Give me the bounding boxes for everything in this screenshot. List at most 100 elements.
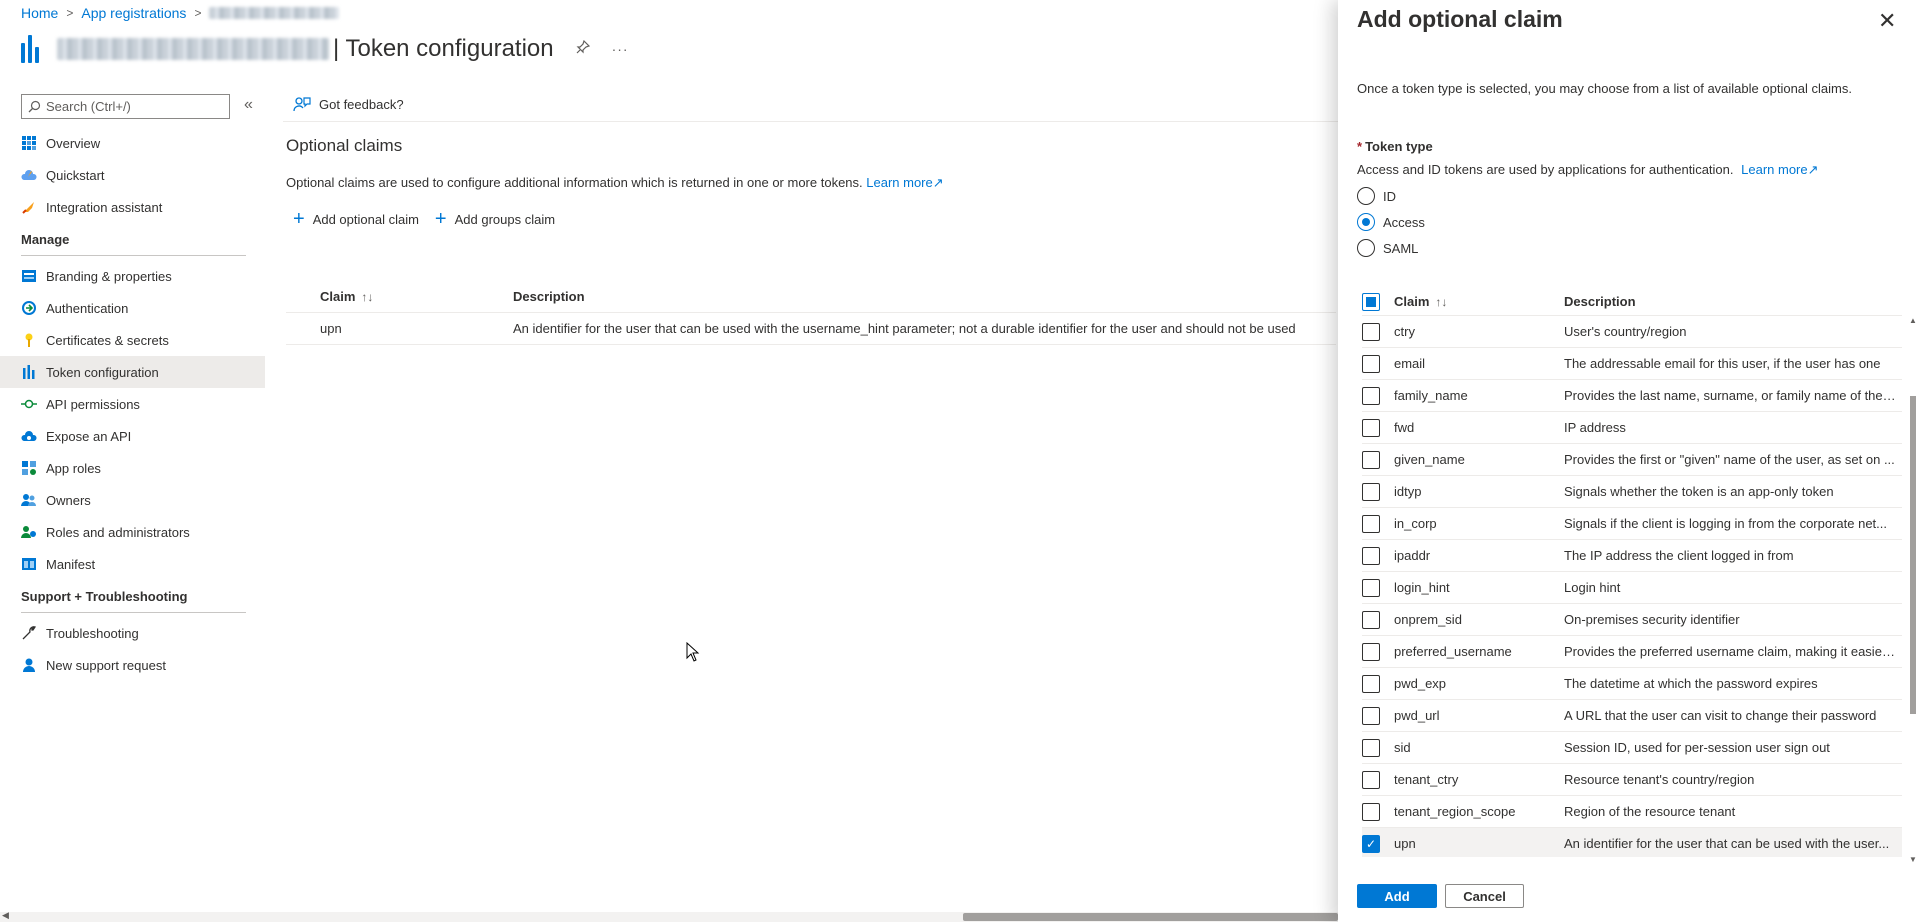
claim-checkbox[interactable] <box>1362 322 1380 341</box>
vertical-scrollbar[interactable]: ▲ ▼ <box>1908 316 1918 864</box>
claim-description: The datetime at which the password expir… <box>1564 676 1818 691</box>
nav-item-api-permissions[interactable]: API permissions <box>0 388 265 420</box>
radio-circle[interactable] <box>1357 213 1375 231</box>
claim-row[interactable]: tenant_region_scope Region of the resourc… <box>1362 796 1902 828</box>
scroll-down-icon[interactable]: ▼ <box>1909 855 1917 864</box>
nav-item-new-support-request[interactable]: New support request <box>0 649 265 681</box>
claim-row[interactable]: family_name Provides the last name, surna… <box>1362 380 1902 412</box>
claim-checkbox[interactable] <box>1362 386 1380 405</box>
radio-saml[interactable]: SAML <box>1357 238 1418 258</box>
nav-item-roles-administrators[interactable]: Roles and administrators <box>0 516 265 548</box>
nav-label: Certificates & secrets <box>46 332 169 348</box>
claim-row[interactable]: email The addressable email for this user… <box>1362 348 1902 380</box>
select-all-checkbox[interactable] <box>1362 292 1380 311</box>
collapse-nav-icon[interactable]: « <box>244 96 253 114</box>
nav-item-manifest[interactable]: Manifest <box>0 548 265 580</box>
claim-checkbox[interactable] <box>1362 482 1380 501</box>
claim-row[interactable]: login_hint Login hint <box>1362 572 1902 604</box>
add-optional-claim-button[interactable]: + Add optional claim <box>293 208 419 231</box>
claim-row[interactable]: sid Session ID, used for per-session user… <box>1362 732 1902 764</box>
claim-checkbox[interactable] <box>1362 674 1380 693</box>
claim-description: An identifier for the user that can be u… <box>1564 836 1890 851</box>
claim-row[interactable]: ✓ upn An identifier for the user that can … <box>1362 828 1902 857</box>
claim-description: The IP address the client logged in from <box>1564 548 1794 563</box>
claim-checkbox[interactable] <box>1362 578 1380 597</box>
claim-checkbox[interactable] <box>1362 802 1380 821</box>
grid-icon <box>21 135 37 151</box>
claim-checkbox[interactable] <box>1362 418 1380 437</box>
claim-name: onprem_sid <box>1394 612 1462 627</box>
nav-section-manage: Manage <box>21 231 70 247</box>
claim-description: Resource tenant's country/region <box>1564 772 1755 787</box>
claim-row[interactable]: ctry User's country/region <box>1362 316 1902 348</box>
column-header-claim[interactable]: Claim ↑↓ <box>286 289 513 304</box>
breadcrumb-app-registrations[interactable]: App registrations <box>81 5 186 21</box>
nav-item-branding-properties[interactable]: Branding & properties <box>0 260 265 292</box>
claim-checkbox[interactable] <box>1362 706 1380 725</box>
claim-checkbox[interactable] <box>1362 610 1380 629</box>
claim-checkbox[interactable] <box>1362 354 1380 373</box>
breadcrumb-app-name-redacted[interactable] <box>209 7 340 19</box>
scroll-left-icon[interactable]: ◀ <box>2 910 9 921</box>
nav-item-app-roles[interactable]: App roles <box>0 452 265 484</box>
scroll-up-icon[interactable]: ▲ <box>1909 316 1917 325</box>
nav-item-troubleshooting[interactable]: Troubleshooting <box>0 617 265 649</box>
claim-row[interactable]: given_name Provides the first or "given" … <box>1362 444 1902 476</box>
claim-checkbox[interactable] <box>1362 738 1380 757</box>
claim-row[interactable]: tenant_ctry Resource tenant's country/reg… <box>1362 764 1902 796</box>
table-header: Claim ↑↓ Description <box>286 281 1336 313</box>
breadcrumb-home[interactable]: Home <box>21 5 58 21</box>
claim-row[interactable]: pwd_exp The datetime at which the passwor… <box>1362 668 1902 700</box>
column-header-claim[interactable]: Claim ↑↓ <box>1390 294 1564 309</box>
pin-icon[interactable] <box>576 39 590 59</box>
claim-name: ctry <box>1394 324 1415 339</box>
more-icon[interactable]: ··· <box>612 41 629 57</box>
feedback-button[interactable]: Got feedback? <box>293 96 404 112</box>
claims-list[interactable]: ctry User's country/region email The addres… <box>1362 316 1902 857</box>
nav-item-token-configuration[interactable]: Token configuration <box>0 356 265 388</box>
nav-item-overview[interactable]: Overview <box>0 127 265 159</box>
scrollbar-thumb[interactable] <box>963 913 1338 921</box>
claim-checkbox[interactable] <box>1362 514 1380 533</box>
claim-checkbox[interactable] <box>1362 546 1380 565</box>
claim-row[interactable]: ipaddr The IP address the client logged i… <box>1362 540 1902 572</box>
search-icon <box>28 100 41 113</box>
nav-item-owners[interactable]: Owners <box>0 484 265 516</box>
claim-name: fwd <box>1394 420 1415 435</box>
claim-row[interactable]: preferred_username Provides the preferred… <box>1362 636 1902 668</box>
claim-row[interactable]: in_corp Signals if the client is logging … <box>1362 508 1902 540</box>
claim-checkbox[interactable] <box>1362 770 1380 789</box>
add-groups-claim-button[interactable]: + Add groups claim <box>435 208 555 231</box>
nav-item-expose-an-api[interactable]: Expose an API <box>0 420 265 452</box>
horizontal-scrollbar[interactable]: ◀ <box>0 910 1338 922</box>
mouse-cursor-icon <box>686 642 700 662</box>
add-button[interactable]: Add <box>1357 884 1437 908</box>
learn-more-link[interactable]: Learn more↗ <box>866 175 943 190</box>
table-row[interactable]: upn An identifier for the user that can … <box>286 313 1336 345</box>
claim-row[interactable]: idtyp Signals whether the token is an app… <box>1362 476 1902 508</box>
scrollbar-thumb[interactable] <box>1910 396 1916 714</box>
nav-item-quickstart[interactable]: Quickstart <box>0 159 265 191</box>
nav-item-certificates-secrets[interactable]: Certificates & secrets <box>0 324 265 356</box>
nav-label: Owners <box>46 492 91 508</box>
token-type-label: * Token type <box>1357 139 1433 154</box>
radio-circle[interactable] <box>1357 187 1375 205</box>
radio-circle[interactable] <box>1357 239 1375 257</box>
claim-checkbox[interactable] <box>1362 642 1380 661</box>
radio-id[interactable]: ID <box>1357 186 1396 206</box>
page-title: | Token configuration <box>333 35 554 62</box>
column-claim-label: Claim <box>320 289 356 304</box>
nav-item-integration-assistant[interactable]: Integration assistant <box>0 191 265 223</box>
claim-checkbox[interactable]: ✓ <box>1362 834 1380 853</box>
cancel-button[interactable]: Cancel <box>1445 884 1524 908</box>
nav-item-authentication[interactable]: Authentication <box>0 292 265 324</box>
search-input[interactable]: Search (Ctrl+/) <box>21 94 230 119</box>
close-icon[interactable]: ✕ <box>1878 8 1896 34</box>
claim-row[interactable]: fwd IP address <box>1362 412 1902 444</box>
radio-access[interactable]: Access <box>1357 212 1425 232</box>
learn-more-link[interactable]: Learn more↗ <box>1741 162 1818 177</box>
claim-checkbox[interactable] <box>1362 450 1380 469</box>
claim-name: ipaddr <box>1394 548 1431 563</box>
claim-row[interactable]: pwd_url A URL that the user can visit to … <box>1362 700 1902 732</box>
claim-row[interactable]: onprem_sid On-premises security identifie… <box>1362 604 1902 636</box>
